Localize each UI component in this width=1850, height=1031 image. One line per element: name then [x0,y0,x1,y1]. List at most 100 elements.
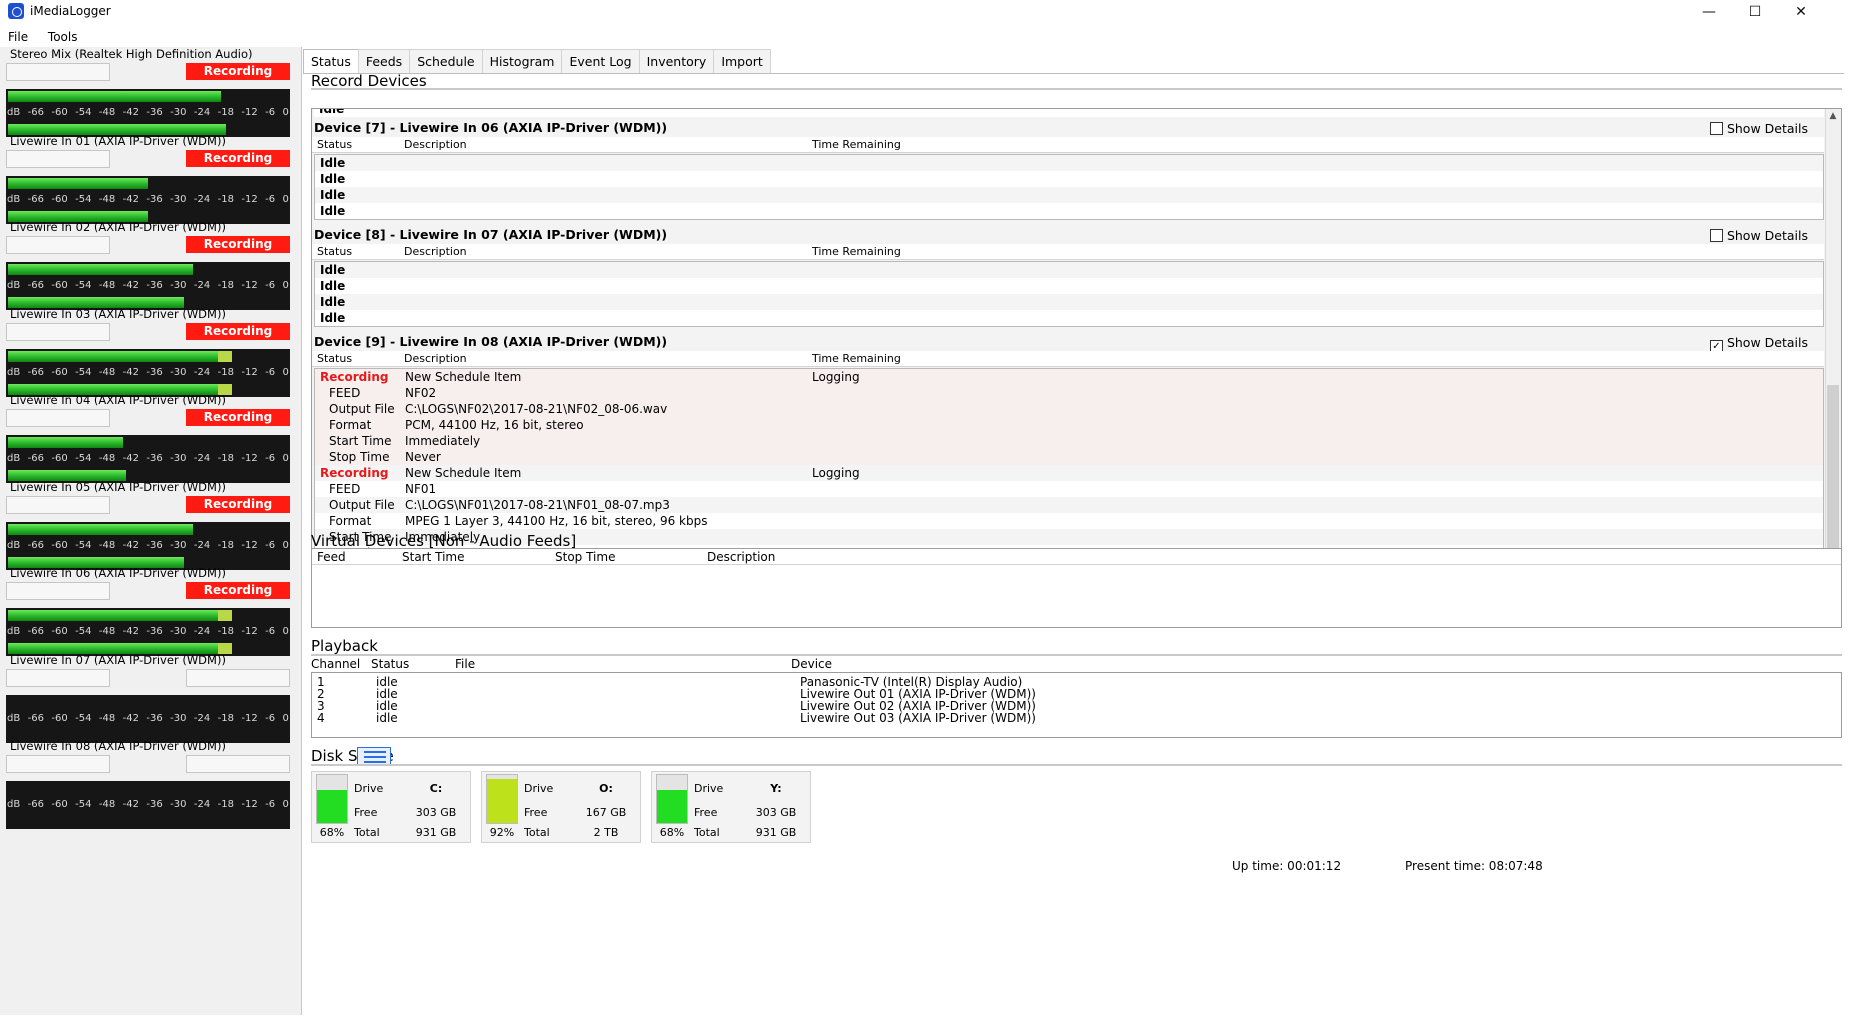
status-panel: Record Devices Idle ▲ ▼ Device [7] - Liv… [303,72,1844,1018]
meter-tick-label: -60 [51,107,68,118]
record-devices-list[interactable]: Idle ▲ ▼ Device [7] - Livewire In 06 (AX… [311,108,1842,568]
playback-list[interactable]: 1 idle Panasonic-TV (Intel(R) Display Audi… [311,672,1842,738]
playback-row[interactable]: 2 idle Livewire Out 01 (AXIA IP-Driver (WD… [312,688,1841,700]
device-header: Device [8] - Livewire In 07 (AXIA IP-Dri… [312,226,1824,244]
tab-schedule[interactable]: Schedule [409,49,483,73]
status-bar: Up time: 00:01:12 Present time: 08:07:48 [0,857,1850,875]
status-row[interactable]: Stop Time Never [315,449,1823,465]
meter-tick-label: -66 [27,799,44,810]
status-row[interactable]: Output File C:\LOGS\NF02\2017-08-21\NF02_… [315,401,1823,417]
level-meter: dB -66 -60 -54 -48 -42 -36 -30 -24 -18 -12 -6 0 [6,608,290,656]
scroll-up-icon[interactable]: ▲ [1827,109,1839,123]
meter-tick-label: -30 [170,193,187,205]
row-description: MPEG 1 Layer 3, 44100 Hz, 16 bit, stereo… [405,514,708,528]
meter-tick-label: dB [7,193,21,205]
playback-row[interactable]: 1 idle Panasonic-TV (Intel(R) Display Audi… [312,676,1841,688]
disk-card: 68% Drive C: Free 303 GB Total 931 GB [311,771,471,843]
device-columns-header: Status Description Time Remaining [312,137,1824,153]
show-details-label: Show Details [1726,121,1808,136]
row-description: C:\LOGS\NF02\2017-08-21\NF02_08-06.wav [405,402,668,416]
show-details-checkbox[interactable]: Show Details [1709,120,1808,138]
device-title: Device [9] - Livewire In 08 (AXIA IP-Dri… [314,334,668,349]
meter-scale: dB -66 -60 -54 -48 -42 -36 -30 -24 -18 -12 -6 0 [7,279,289,293]
tab-import[interactable]: Import [713,49,771,73]
disk-usage-fill [317,790,347,823]
row-description: PCM, 44100 Hz, 16 bit, stereo [405,418,584,432]
meter-tick-label: -18 [217,280,234,291]
minimize-button[interactable]: — [1686,0,1732,24]
tab-inventory[interactable]: Inventory [638,49,715,73]
status-row[interactable]: Start Time Immediately [315,433,1823,449]
playback-row[interactable]: 3 idle Livewire Out 02 (AXIA IP-Driver (WD… [312,700,1841,712]
status-field [186,755,290,773]
meter-tick-label: 0 [282,366,289,378]
meter-tick-label: -66 [27,539,44,551]
device-input-field[interactable] [6,495,110,514]
tab-status[interactable]: Status [303,49,359,74]
device-input-field[interactable] [6,582,110,600]
recording-badge: Recording [186,582,290,599]
virtual-devices-list[interactable]: Feed Start Time Stop Time Description [311,548,1842,628]
meter-tick-label: -42 [122,366,139,378]
column-header: Description [404,138,467,151]
device-input-field[interactable] [6,236,110,254]
meter-tick-label: -54 [75,193,92,205]
close-button[interactable]: ✕ [1778,0,1824,24]
meter-tick-label: dB [7,280,21,291]
tab-histogram[interactable]: Histogram [481,49,563,73]
show-details-checkbox[interactable]: Show Details [1709,227,1808,245]
menu-file[interactable]: File [0,28,36,46]
status-row[interactable]: Format PCM, 44100 Hz, 16 bit, stereo [315,417,1823,433]
playback-cell: idle [376,711,398,725]
status-row[interactable]: Idle [315,262,1823,278]
scrollbar-thumb[interactable] [1827,385,1839,567]
status-row[interactable]: Output File C:\LOGS\NF01\2017-08-21\NF01_… [315,497,1823,513]
status-row[interactable]: Idle [315,278,1823,294]
row-status: Idle [320,188,346,202]
meter-tick-label: -12 [241,193,258,205]
row-status: Idle [320,311,346,325]
meter-scale: dB -66 -60 -54 -48 -42 -36 -30 -24 -18 -12 -6 0 [7,452,289,466]
device-input-field[interactable] [6,409,110,427]
disk-label-total: Total [524,826,550,839]
playback-row[interactable]: 4 idle Livewire Out 03 (AXIA IP-Driver (WD… [312,712,1841,724]
status-row[interactable]: Idle [315,187,1823,203]
status-field [186,668,290,687]
meter-tick-label: -30 [170,712,187,724]
device-input-field[interactable] [6,755,110,773]
status-row[interactable]: Idle [315,171,1823,187]
tab-feeds[interactable]: Feeds [357,49,411,73]
record-devices-scrollbar[interactable]: ▲ ▼ [1825,109,1841,567]
section-divider [311,88,1842,90]
device-input-field[interactable] [6,322,110,341]
status-row[interactable]: Idle [315,294,1823,310]
row-status: Format [329,418,372,432]
meter-tick-label: 0 [282,626,289,637]
status-row[interactable]: Idle [315,203,1823,219]
status-row[interactable]: Format MPEG 1 Layer 3, 44100 Hz, 16 bit, … [315,513,1823,529]
checkbox-icon[interactable] [1709,122,1723,135]
device-input-field[interactable] [6,63,110,81]
status-row[interactable]: Idle [315,310,1823,326]
status-row[interactable]: Recording New Schedule Item Logging [315,465,1823,481]
status-row[interactable]: FEED NF02 [315,385,1823,401]
status-row[interactable]: FEED NF01 [315,481,1823,497]
row-status: Format [329,514,372,528]
disk-usage-fill [487,778,517,823]
column-header: Description [404,245,467,258]
maximize-button[interactable]: ☐ [1732,0,1778,24]
checkbox-icon[interactable] [1709,229,1723,242]
device-input-field[interactable] [6,668,110,687]
meter-tick-label: -30 [170,107,187,118]
device-columns-header: Status Description Time Remaining [312,244,1824,260]
status-row[interactable]: Idle [315,155,1823,171]
status-row[interactable]: Recording New Schedule Item Logging [315,369,1823,385]
meter-bar-left [8,350,232,362]
device-input-field[interactable] [6,149,110,168]
menu-tools[interactable]: Tools [40,28,86,46]
meter-tick-label: -48 [98,539,116,551]
meter-tick-label: -24 [193,712,211,724]
meter-tick-label: -6 [265,799,276,810]
tab-event-log[interactable]: Event Log [561,49,640,73]
list-view-icon[interactable] [357,747,391,765]
